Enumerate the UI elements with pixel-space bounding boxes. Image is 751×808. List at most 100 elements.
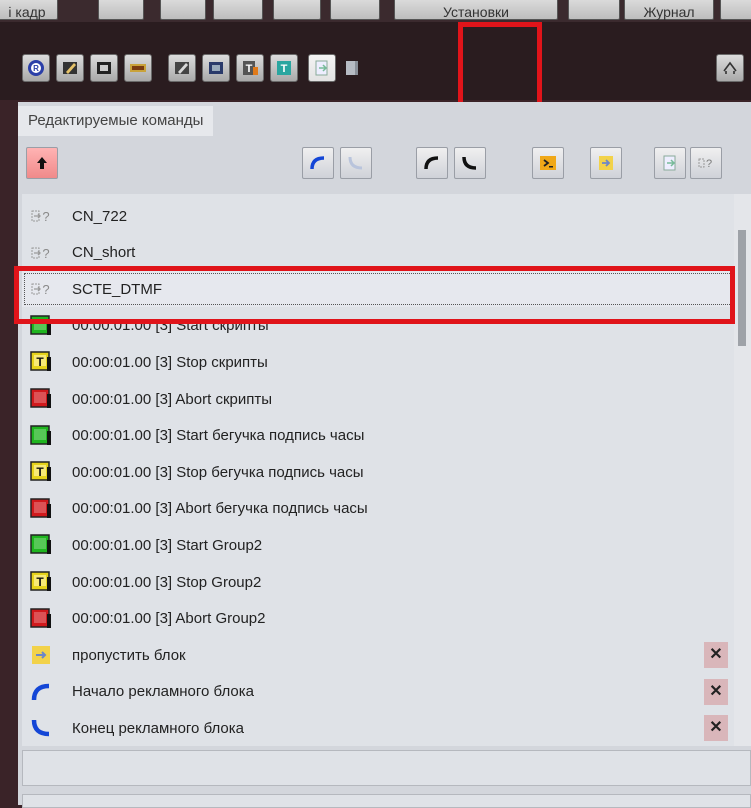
ad-end-disabled-button[interactable] xyxy=(340,147,372,179)
r-circle-icon: R xyxy=(28,60,44,76)
stop-icon: T xyxy=(30,571,52,593)
list-item-label: 00:00:01.00 [3] Start Group2 xyxy=(72,536,263,554)
list-item-label: 00:00:01.00 [3] Abort скрипты xyxy=(72,390,273,408)
ad-block-start-black-icon xyxy=(424,156,439,170)
move-up-button[interactable] xyxy=(26,147,58,179)
status-field-2 xyxy=(22,794,751,808)
remove-button[interactable]: ✕ xyxy=(704,715,728,742)
text-icon: T xyxy=(243,61,258,75)
text2-icon: T xyxy=(277,61,291,75)
list-item[interactable]: пропустить блок ✕ xyxy=(22,637,734,673)
start-icon xyxy=(30,534,52,556)
remove-button[interactable]: ✕ xyxy=(704,678,728,705)
ad-block-start-icon xyxy=(30,681,52,703)
menu-icon-button-4[interactable] xyxy=(273,0,321,20)
list-item[interactable]: 00:00:01.00 [3] Start Group2 xyxy=(22,527,734,563)
list-item[interactable]: 00:00:01.00 [3] Abort Group2 xyxy=(22,601,734,637)
edit2-icon xyxy=(175,62,189,74)
svg-text:R: R xyxy=(33,64,39,73)
menu-icon-button-3[interactable] xyxy=(213,0,263,20)
insert-command-button[interactable] xyxy=(308,54,336,82)
r-circle-button[interactable]: R xyxy=(22,54,50,82)
ad-block-end-black-icon xyxy=(462,156,477,170)
stop-icon: T xyxy=(30,351,52,373)
clip-button[interactable] xyxy=(124,54,152,82)
edit-icon xyxy=(63,62,77,74)
edit-button[interactable] xyxy=(56,54,84,82)
network-button[interactable] xyxy=(716,54,744,82)
list-item-label: 00:00:01.00 [3] Start бегучка подпись ча… xyxy=(72,427,365,445)
insert-command-icon xyxy=(315,60,328,76)
list-item[interactable]: Начало рекламного блока ✕ xyxy=(22,674,734,710)
list-item[interactable]: 00:00:01.00 [3] Abort скрипты xyxy=(22,381,734,417)
unknown-command-button[interactable]: ? xyxy=(690,147,722,179)
page-button[interactable] xyxy=(338,54,366,82)
svg-text:?: ? xyxy=(706,158,712,170)
skip-block-icon xyxy=(599,156,613,170)
list-item[interactable]: ? CN_722 xyxy=(22,198,734,234)
text-button[interactable]: T xyxy=(236,54,264,82)
svg-text:?: ? xyxy=(42,209,49,224)
scrollbar-thumb[interactable] xyxy=(738,230,746,346)
menu-icon-button-5[interactable] xyxy=(330,0,380,20)
unknown-command-icon: ? xyxy=(30,205,52,227)
skip-block-button[interactable] xyxy=(590,147,622,179)
svg-text:T: T xyxy=(246,63,253,75)
unknown-command-icon: ? xyxy=(30,242,52,264)
network-icon xyxy=(723,61,737,74)
svg-text:?: ? xyxy=(42,246,49,261)
list-item[interactable]: T 00:00:01.00 [3] Stop Group2 xyxy=(22,564,734,600)
tab-edited-commands[interactable]: Редактируемые команды xyxy=(18,106,214,136)
menu-bar: і кадр Установки Журнал xyxy=(0,0,751,22)
insert-command-list-button[interactable] xyxy=(654,147,686,179)
text2-button[interactable]: T xyxy=(270,54,298,82)
ad-start-blue-button[interactable] xyxy=(302,147,334,179)
toolbar: R T T xyxy=(0,22,751,134)
list-item[interactable]: T 00:00:01.00 [3] Stop бегучка подпись ча… xyxy=(22,454,734,490)
abort-icon xyxy=(30,388,52,410)
command-toolbar: ? xyxy=(18,136,751,192)
left-edge xyxy=(0,100,18,805)
list-item-label: 00:00:01.00 [3] Abort бегучка подпись ча… xyxy=(72,500,368,518)
svg-text:T: T xyxy=(36,355,44,369)
ad-block-start-blue-icon xyxy=(310,156,325,170)
commands-panel: Редактируемые команды ? ? CN_722? CN_sho… xyxy=(18,102,751,808)
menu-icon-button-2[interactable] xyxy=(160,0,206,20)
list-item[interactable]: 00:00:01.00 [3] Start бегучка подпись ча… xyxy=(22,418,734,454)
skip-block-icon xyxy=(30,644,52,666)
list-item[interactable]: Конец рекламного блока ✕ xyxy=(22,710,734,746)
film2-button[interactable] xyxy=(202,54,230,82)
ad-end-black-button[interactable] xyxy=(454,147,486,179)
clip-icon xyxy=(130,64,146,72)
film-button[interactable] xyxy=(90,54,118,82)
edit2-button[interactable] xyxy=(168,54,196,82)
menu-icon-button-7[interactable] xyxy=(720,0,751,20)
zhurnal-button[interactable]: Журнал xyxy=(624,0,714,20)
arrow-up-icon xyxy=(37,157,47,169)
ad-block-end-icon xyxy=(30,717,52,739)
list-scrollbar[interactable] xyxy=(734,194,751,746)
insert-command-list-icon xyxy=(663,155,676,171)
list-item-label: CN_722 xyxy=(72,207,128,225)
list-item-label: CN_short xyxy=(72,244,136,262)
list-item[interactable]: 00:00:01.00 [3] Abort бегучка подпись ча… xyxy=(22,491,734,527)
highlight-box-selected-row xyxy=(14,266,735,324)
abort-icon xyxy=(30,607,52,630)
ustanovki-button[interactable]: Установки xyxy=(394,0,558,20)
kadr-button[interactable]: і кадр xyxy=(0,0,58,20)
remove-button[interactable]: ✕ xyxy=(704,642,728,669)
list-item-label: 00:00:01.00 [3] Abort Group2 xyxy=(72,610,266,628)
ad-start-black-button[interactable] xyxy=(416,147,448,179)
list-item-label: 00:00:01.00 [3] Stop бегучка подпись час… xyxy=(72,463,364,481)
list-item[interactable]: T 00:00:01.00 [3] Stop скрипты xyxy=(22,344,734,380)
script-button[interactable] xyxy=(532,147,564,179)
menu-icon-button-1[interactable] xyxy=(98,0,144,20)
kadr-label: і кадр xyxy=(8,4,46,20)
list-item-label: пропустить блок xyxy=(72,646,186,664)
film2-icon xyxy=(209,62,223,74)
film-icon xyxy=(97,62,111,74)
start-icon xyxy=(30,424,52,447)
menu-icon-button-6[interactable] xyxy=(568,0,620,20)
list-item-label: Начало рекламного блока xyxy=(72,683,254,701)
svg-text:T: T xyxy=(36,465,44,479)
